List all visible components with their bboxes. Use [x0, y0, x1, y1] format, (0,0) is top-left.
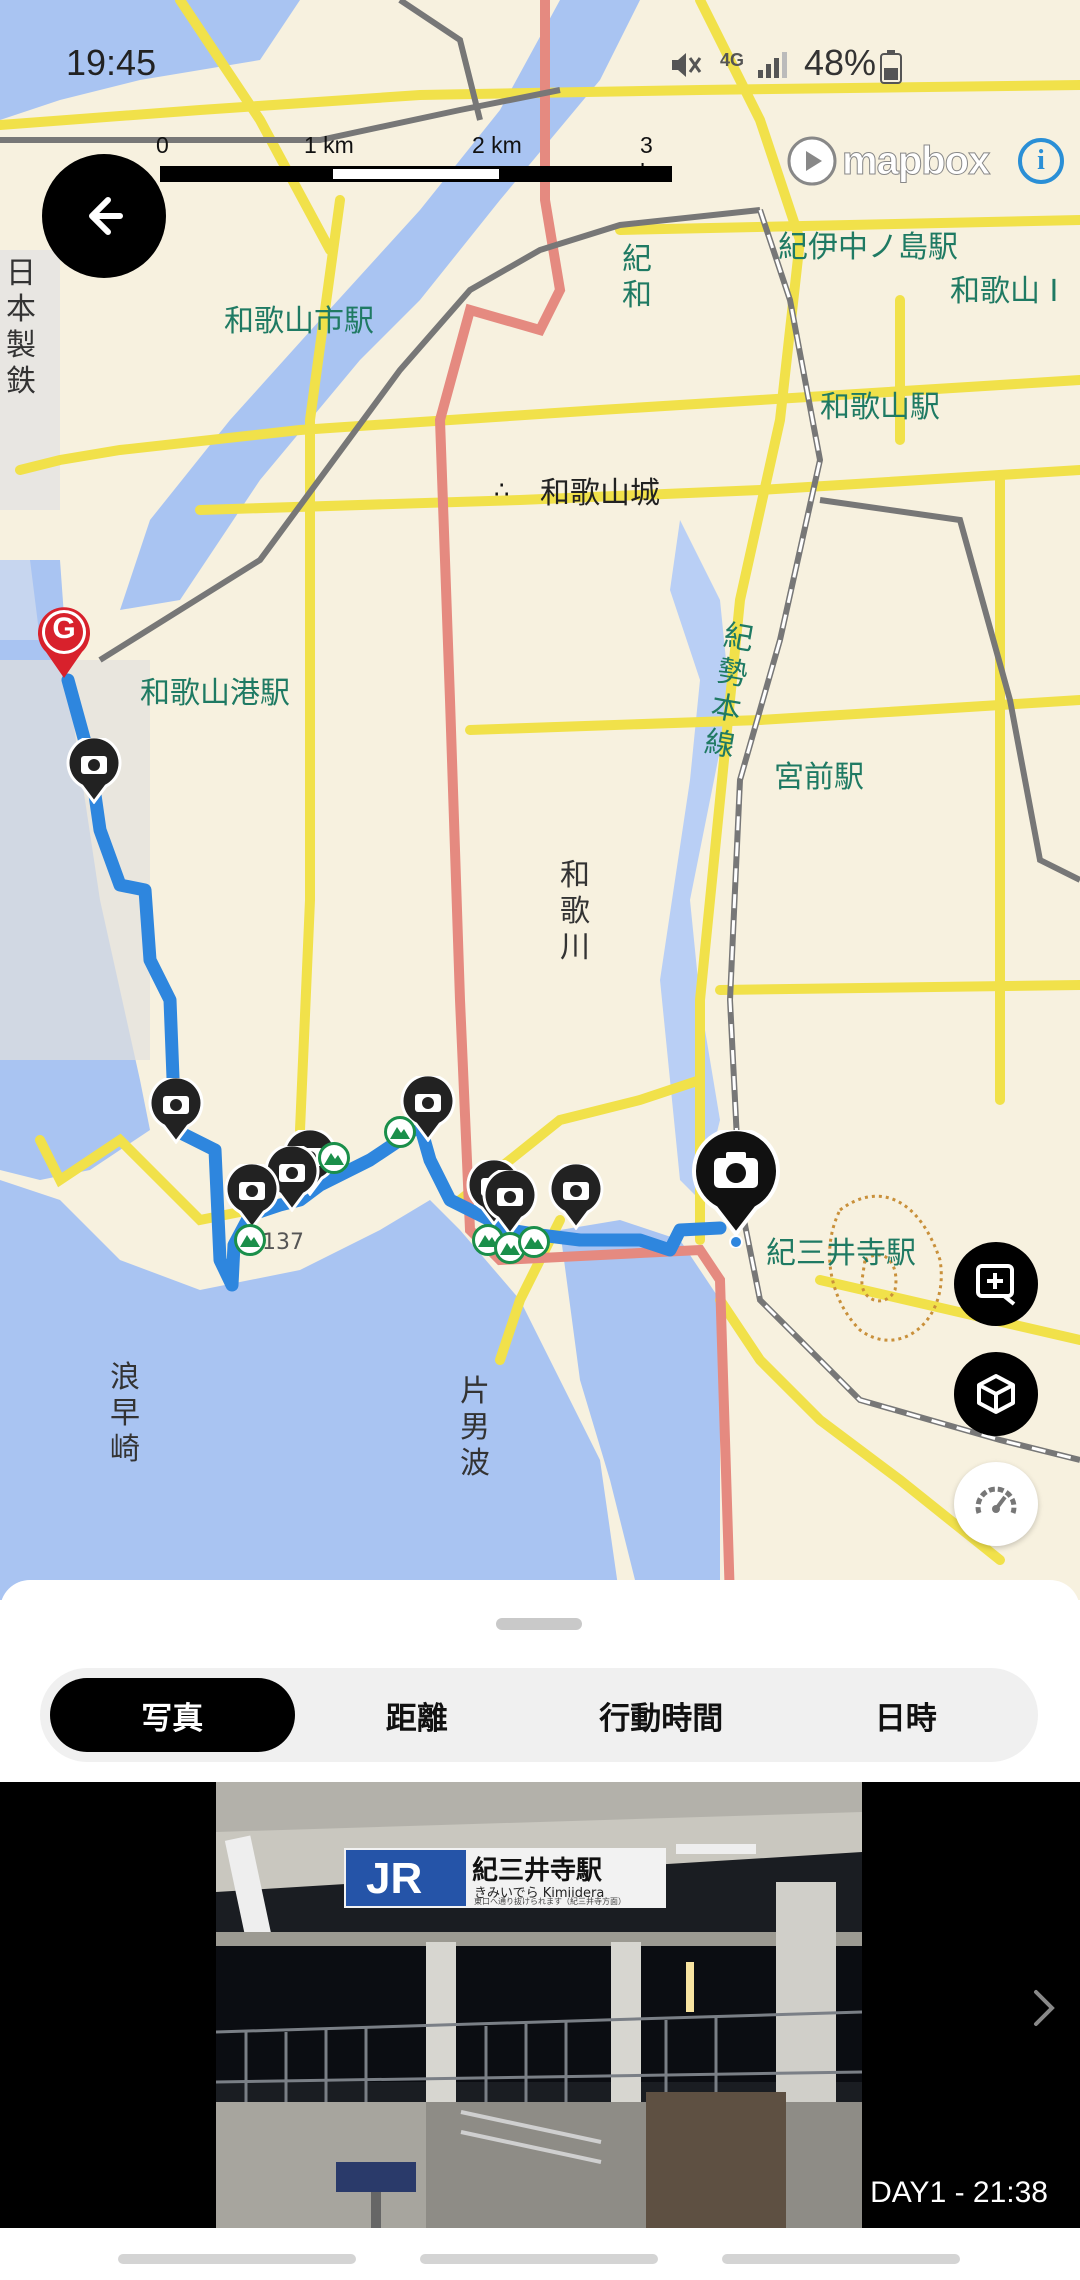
nav-recent-button[interactable]	[118, 2254, 356, 2264]
map-scale-bar: 0 1 km 2 km 3 km	[156, 132, 680, 185]
sign-small-note: 東口へ通り抜けられます（紀三井寺方面）	[474, 1897, 626, 1906]
zoom-in-icon	[976, 1264, 1016, 1306]
nav-home-button[interactable]	[420, 2254, 658, 2264]
map-label-wakayamashi-station: 和歌山市駅	[224, 304, 374, 339]
map-label-nippon-steel: 日本製鉄	[6, 256, 36, 399]
system-nav-bar	[0, 2228, 1080, 2280]
tab-activity-time[interactable]: 行動時間	[539, 1678, 784, 1752]
speedometer-button[interactable]	[954, 1462, 1038, 1546]
goal-marker[interactable]: G	[34, 602, 94, 678]
tab-photo[interactable]: 写真	[50, 1678, 295, 1752]
scale-segment	[330, 166, 502, 182]
selected-photo-marker[interactable]	[692, 1127, 780, 1252]
map-label-miyamae-station: 宮前駅	[774, 760, 864, 795]
zoom-in-button[interactable]	[954, 1242, 1038, 1326]
map-label-kimiidera-station: 紀三井寺駅	[766, 1236, 916, 1271]
scale-segment	[500, 166, 672, 182]
castle-icon: ∴	[494, 476, 510, 504]
summit-icon[interactable]	[518, 1226, 550, 1258]
network-type: 4G	[720, 50, 745, 70]
sort-tabs: 写真 距離 行動時間 日時	[40, 1668, 1038, 1762]
tab-datetime[interactable]: 日時	[784, 1678, 1029, 1752]
arrow-left-icon	[89, 197, 123, 235]
map-label-wakayama-partial: 和歌山 I	[950, 274, 1059, 309]
map-view[interactable]: 和歌山市駅 紀伊中ノ島駅 和歌山 I 和歌山駅 和歌山城 和歌山港駅 宮前駅 紀…	[0, 0, 1080, 1600]
nav-back-button[interactable]	[722, 2254, 960, 2264]
map-label-wakayamako-station: 和歌山港駅	[140, 676, 290, 711]
map-label-wakayama-castle: 和歌山城	[540, 476, 660, 511]
map-label-wakagawa: 和歌川	[560, 858, 590, 965]
sheet-drag-handle[interactable]	[496, 1618, 582, 1630]
summit-icon[interactable]	[234, 1224, 266, 1256]
map-label-namihaya: 浪早崎	[110, 1360, 140, 1467]
cube-icon	[977, 1374, 1015, 1414]
back-button[interactable]	[42, 154, 166, 278]
map-label-kiwa: 紀和	[622, 242, 652, 313]
3d-view-button[interactable]	[954, 1352, 1038, 1436]
photo-marker[interactable]	[66, 735, 122, 808]
sign-logo: JR	[366, 1854, 423, 1903]
map-label-kataonami: 片男波	[460, 1374, 490, 1481]
summit-icon[interactable]	[318, 1142, 350, 1174]
summit-icon[interactable]	[384, 1116, 416, 1148]
photo-viewer[interactable]: JR 紀三井寺駅 きみいでら Kimiidera 東口へ通り抜けられます（紀三井…	[0, 1782, 1080, 2228]
next-photo-button[interactable]	[1024, 1988, 1064, 2028]
goal-marker-label: G	[52, 612, 76, 645]
status-time: 19:45	[66, 42, 157, 83]
scale-label: 2 km	[472, 132, 522, 158]
photo-image[interactable]: JR 紀三井寺駅 きみいでら Kimiidera 東口へ通り抜けられます（紀三井…	[216, 1782, 862, 2228]
mapbox-logo[interactable]: mapbox	[786, 134, 991, 188]
chevron-right-icon	[1034, 1990, 1055, 2026]
tab-distance[interactable]: 距離	[295, 1678, 540, 1752]
mapbox-text: mapbox	[841, 138, 990, 183]
mapbox-logo-icon	[787, 136, 837, 186]
map-label-wakayama-station: 和歌山駅	[820, 390, 940, 425]
mute-icon	[668, 50, 702, 84]
scale-segment	[160, 166, 332, 182]
scale-label: 0	[156, 132, 169, 158]
battery-icon	[880, 50, 902, 88]
app-root: 和歌山市駅 紀伊中ノ島駅 和歌山 I 和歌山駅 和歌山城 和歌山港駅 宮前駅 紀…	[0, 0, 1080, 2280]
attribution-info-icon[interactable]: i	[1018, 138, 1064, 184]
signal-icon	[756, 50, 790, 84]
map-label-kii-nakanoshima: 紀伊中ノ島駅	[778, 230, 958, 265]
photo-marker[interactable]	[148, 1075, 204, 1148]
battery-percent: 48%	[804, 42, 877, 83]
speedometer-icon	[975, 1486, 1017, 1514]
photo-caption: DAY1 - 21:38	[870, 2176, 1048, 2209]
scale-label: 1 km	[304, 132, 354, 158]
status-bar: 19:45 4G 48%	[0, 0, 1080, 130]
photo-marker[interactable]	[548, 1161, 604, 1234]
